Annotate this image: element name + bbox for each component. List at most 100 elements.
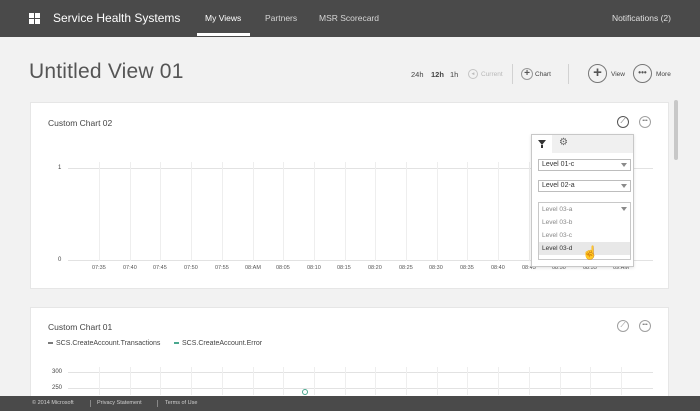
chart-title[interactable]: Custom Chart 01 — [48, 322, 112, 332]
x-tick: 08:25 — [399, 265, 413, 271]
x-tick: 08:20 — [368, 265, 382, 271]
current-button[interactable]: Current — [481, 71, 503, 78]
x-tick: 08:40 — [491, 265, 505, 271]
gridline — [313, 162, 315, 261]
x-tick: 07:40 — [123, 265, 137, 271]
gridline — [68, 388, 653, 389]
level2-select[interactable]: Level 02-a — [538, 180, 631, 192]
brush-icon[interactable]: ⟋ — [617, 320, 629, 332]
gridline — [620, 367, 622, 395]
time-range-12h[interactable]: 12h — [431, 70, 444, 79]
page-scrollbar[interactable] — [674, 100, 678, 160]
gridline — [436, 367, 438, 395]
x-tick: 07:45 — [153, 265, 167, 271]
level1-value: Level 01-c — [542, 161, 575, 168]
gridline — [436, 162, 438, 261]
divider — [90, 400, 91, 407]
level1-select[interactable]: Level 01-c — [538, 159, 631, 171]
gridline — [406, 367, 407, 395]
gridline — [191, 367, 193, 395]
gridline — [467, 162, 469, 261]
gridline — [252, 367, 254, 395]
chart-card-01 — [30, 307, 669, 407]
top-nav-bar: Service Health Systems My Views Partners… — [0, 0, 700, 37]
gridline — [129, 162, 131, 261]
copyright: © 2014 Microsoft — [32, 400, 74, 406]
gridline — [252, 162, 254, 261]
chart-title[interactable]: Custom Chart 02 — [48, 118, 112, 128]
data-point-marker[interactable] — [302, 389, 308, 395]
gridline — [160, 367, 162, 395]
gridline — [68, 372, 653, 373]
x-tick: 07:50 — [184, 265, 198, 271]
x-tick: 08:15 — [337, 265, 351, 271]
legend-label: SCS.CreateAccount.Error — [182, 340, 263, 347]
level3-option[interactable]: Level 03-b — [539, 216, 630, 229]
windows-logo-icon[interactable] — [29, 13, 40, 24]
brush-icon[interactable]: ⟋ — [617, 116, 629, 128]
terms-link[interactable]: Terms of Use — [165, 400, 197, 406]
active-tab-indicator — [197, 33, 250, 36]
more-icon[interactable]: ••• — [639, 320, 651, 332]
footer: © 2014 Microsoft Privacy Statement Terms… — [0, 396, 700, 411]
plus-icon[interactable]: + — [588, 64, 607, 83]
privacy-link[interactable]: Privacy Statement — [97, 400, 142, 406]
nav-my-views[interactable]: My Views — [205, 13, 241, 23]
gridline — [313, 367, 315, 395]
level3-placeholder[interactable]: Level 03-a — [539, 203, 630, 216]
legend-item[interactable]: SCS.CreateAccount.Error — [174, 340, 262, 347]
gridline — [559, 367, 561, 395]
x-tick: 08:35 — [460, 265, 474, 271]
divider — [157, 400, 158, 407]
more-button[interactable]: More — [656, 71, 671, 78]
nav-msr-scorecard[interactable]: MSR Scorecard — [319, 13, 379, 23]
view-title[interactable]: Untitled View 01 — [29, 60, 184, 84]
x-tick: 07:55 — [215, 265, 229, 271]
gridline — [498, 162, 500, 261]
time-range-1h[interactable]: 1h — [450, 70, 458, 79]
more-icon[interactable]: ••• — [633, 64, 652, 83]
x-tick: 08:AM — [245, 265, 261, 271]
divider — [568, 64, 569, 84]
gridline — [344, 162, 346, 261]
app-title[interactable]: Service Health Systems — [53, 11, 180, 25]
chevron-down-icon — [621, 163, 627, 167]
add-chart-button[interactable]: Chart — [535, 71, 551, 78]
gridline — [590, 367, 592, 395]
gridline — [191, 162, 193, 261]
level3-option[interactable]: Level 03-c — [539, 229, 630, 242]
chevron-down-icon — [621, 207, 627, 211]
time-range-24h[interactable]: 24h — [411, 70, 424, 79]
add-view-button[interactable]: View — [611, 71, 625, 78]
divider — [512, 64, 513, 84]
gridline — [498, 367, 500, 395]
y-tick: 0 — [58, 257, 62, 263]
gridline — [129, 367, 131, 395]
gear-icon[interactable]: ⚙ — [559, 137, 568, 149]
chevron-down-icon — [621, 184, 627, 188]
gridline — [221, 162, 223, 261]
panel-tabs: ⚙ — [532, 135, 633, 153]
x-tick: 07:35 — [92, 265, 106, 271]
filter-panel: ⚙ Level 01-c Level 02-a Level 03-a Level… — [531, 134, 634, 267]
x-tick: 08:30 — [429, 265, 443, 271]
nav-partners[interactable]: Partners — [265, 13, 297, 23]
x-tick: 08:05 — [276, 265, 290, 271]
gridline — [99, 162, 100, 261]
gridline — [283, 162, 285, 261]
more-icon[interactable]: ••• — [639, 116, 651, 128]
x-tick: 08:10 — [307, 265, 321, 271]
y-tick: 250 — [52, 385, 63, 391]
gridline — [375, 367, 377, 395]
cursor-hand-icon: ☝ — [582, 245, 599, 260]
y-tick: 300 — [52, 369, 63, 375]
plus-icon[interactable]: + — [521, 68, 533, 80]
gridline — [344, 367, 346, 395]
gridline — [283, 367, 285, 395]
gridline — [467, 367, 469, 395]
gridline — [528, 367, 530, 395]
gridline — [221, 367, 223, 395]
legend-item[interactable]: SCS.CreateAccount.Transactions — [48, 340, 160, 347]
legend-label: SCS.CreateAccount.Transactions — [56, 340, 161, 347]
notifications-link[interactable]: Notifications (2) — [612, 13, 671, 23]
